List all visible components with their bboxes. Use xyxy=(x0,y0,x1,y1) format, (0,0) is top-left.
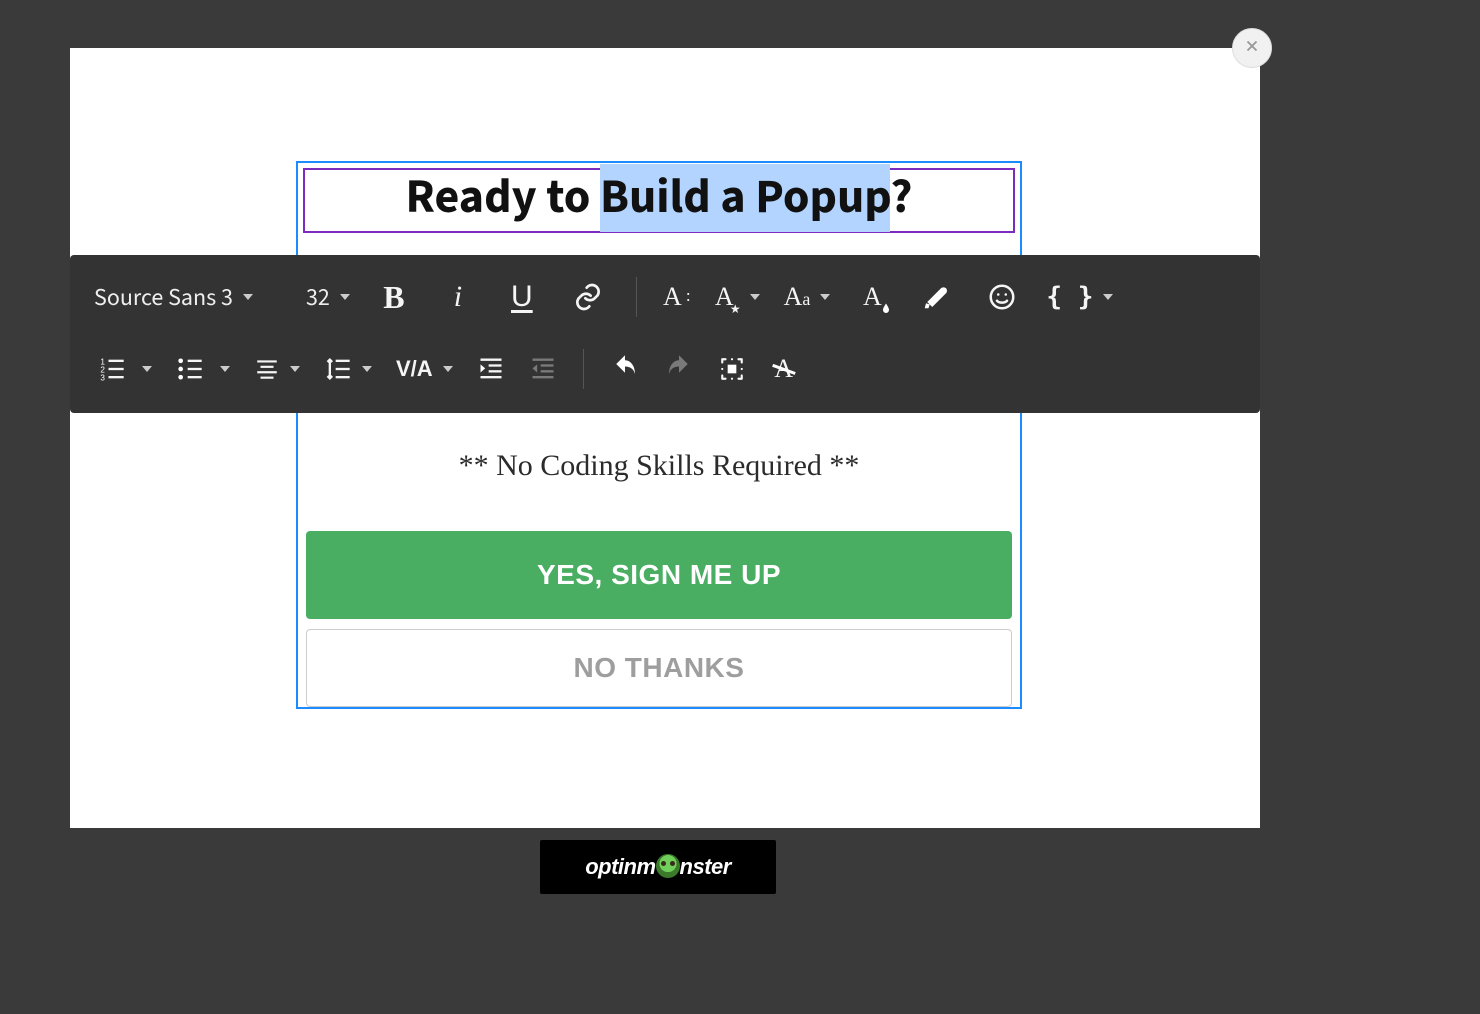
ordered-list-dropdown[interactable]: 123 xyxy=(90,347,160,391)
highlight-button[interactable] xyxy=(906,275,966,319)
align-icon xyxy=(254,356,280,382)
text-case-icon: Aa xyxy=(784,282,811,312)
undo-button[interactable] xyxy=(602,347,648,391)
undo-icon xyxy=(610,354,640,384)
no-button[interactable]: NO THANKS xyxy=(306,629,1012,707)
indent-increase-icon xyxy=(477,355,505,383)
typography-button[interactable]: A ꞉ xyxy=(655,275,699,319)
clear-format-icon: A xyxy=(774,354,793,384)
toolbar-separator xyxy=(583,349,584,389)
cta-area: YES, SIGN ME UP NO THANKS xyxy=(298,531,1020,707)
merge-tags-dropdown[interactable]: { } xyxy=(1038,275,1121,319)
underline-icon: U xyxy=(511,280,533,314)
text-style-icon: A ★ xyxy=(715,282,734,312)
text-style-dropdown[interactable]: A ★ xyxy=(707,275,768,319)
brand-post: nster xyxy=(680,854,731,879)
font-family-value: Source Sans 3 xyxy=(94,280,233,315)
letter-spacing-dropdown[interactable]: V/A xyxy=(388,347,461,391)
headline-text-block[interactable]: Ready to Build a Popup? xyxy=(303,168,1015,233)
underline-button[interactable]: U xyxy=(494,275,550,319)
subheadline-text[interactable]: ** No Coding Skills Required ** xyxy=(298,449,1020,483)
headline-text[interactable]: Ready to Build a Popup? xyxy=(313,172,1005,225)
italic-icon: i xyxy=(454,280,462,314)
bold-icon: B xyxy=(383,279,404,316)
chevron-down-icon xyxy=(243,294,253,300)
popup-element[interactable]: Ready to Build a Popup? ** No Coding Ski… xyxy=(296,161,1022,709)
font-family-dropdown[interactable]: Source Sans 3 xyxy=(90,275,290,319)
toolbar-row-2: 123 V/A xyxy=(90,339,1240,399)
line-height-dropdown[interactable] xyxy=(316,347,380,391)
chevron-down-icon xyxy=(820,294,830,300)
unordered-list-icon xyxy=(176,355,204,383)
indent-decrease-icon xyxy=(529,355,557,383)
chevron-down-icon xyxy=(340,294,350,300)
headline-post: ? xyxy=(890,164,912,232)
link-icon xyxy=(572,281,604,313)
emoji-icon xyxy=(987,282,1017,312)
indent-decrease-button[interactable] xyxy=(521,347,565,391)
merge-tags-icon: { } xyxy=(1046,282,1093,312)
monster-icon xyxy=(656,854,680,878)
brand-pre: optinm xyxy=(585,854,655,879)
text-toolbar: Source Sans 3 32 B i U A ꞉ A xyxy=(70,255,1260,413)
text-case-dropdown[interactable]: Aa xyxy=(776,275,839,319)
font-size-value: 32 xyxy=(306,280,330,315)
headline-pre: Ready to xyxy=(406,164,600,232)
brand-badge[interactable]: optinm nster xyxy=(540,840,776,894)
chevron-down-icon xyxy=(750,294,760,300)
text-color-icon: A xyxy=(863,282,882,312)
redo-icon xyxy=(664,354,694,384)
letter-spacing-icon: V/A xyxy=(396,356,433,382)
select-all-icon xyxy=(719,356,745,382)
yes-button[interactable]: YES, SIGN ME UP xyxy=(306,531,1012,619)
chevron-down-icon xyxy=(362,366,372,372)
ordered-list-icon: 123 xyxy=(98,355,126,383)
highlight-icon xyxy=(921,282,951,312)
typography-icon: A xyxy=(663,282,682,312)
toolbar-row-1: Source Sans 3 32 B i U A ꞉ A xyxy=(90,267,1240,327)
align-dropdown[interactable] xyxy=(246,347,308,391)
close-icon xyxy=(1243,37,1261,60)
svg-text:3: 3 xyxy=(100,374,105,383)
clear-formatting-button[interactable]: A xyxy=(762,347,806,391)
unordered-list-dropdown[interactable] xyxy=(168,347,238,391)
link-button[interactable] xyxy=(558,275,618,319)
dots-icon: ꞉ xyxy=(686,292,691,302)
line-height-icon xyxy=(324,355,352,383)
chevron-down-icon xyxy=(290,366,300,372)
brand-logo: optinm nster xyxy=(585,854,731,880)
emoji-button[interactable] xyxy=(974,275,1030,319)
chevron-down-icon xyxy=(220,366,230,372)
redo-button[interactable] xyxy=(656,347,702,391)
toolbar-separator xyxy=(636,277,637,317)
chevron-down-icon xyxy=(142,366,152,372)
bold-button[interactable]: B xyxy=(366,275,422,319)
font-size-dropdown[interactable]: 32 xyxy=(298,275,358,319)
select-all-button[interactable] xyxy=(710,347,754,391)
text-color-button[interactable]: A xyxy=(846,275,898,319)
close-button[interactable] xyxy=(1232,28,1272,68)
headline-selected: Build a Popup xyxy=(600,164,890,232)
chevron-down-icon xyxy=(1103,294,1113,300)
italic-button[interactable]: i xyxy=(430,275,486,319)
indent-increase-button[interactable] xyxy=(469,347,513,391)
chevron-down-icon xyxy=(443,366,453,372)
